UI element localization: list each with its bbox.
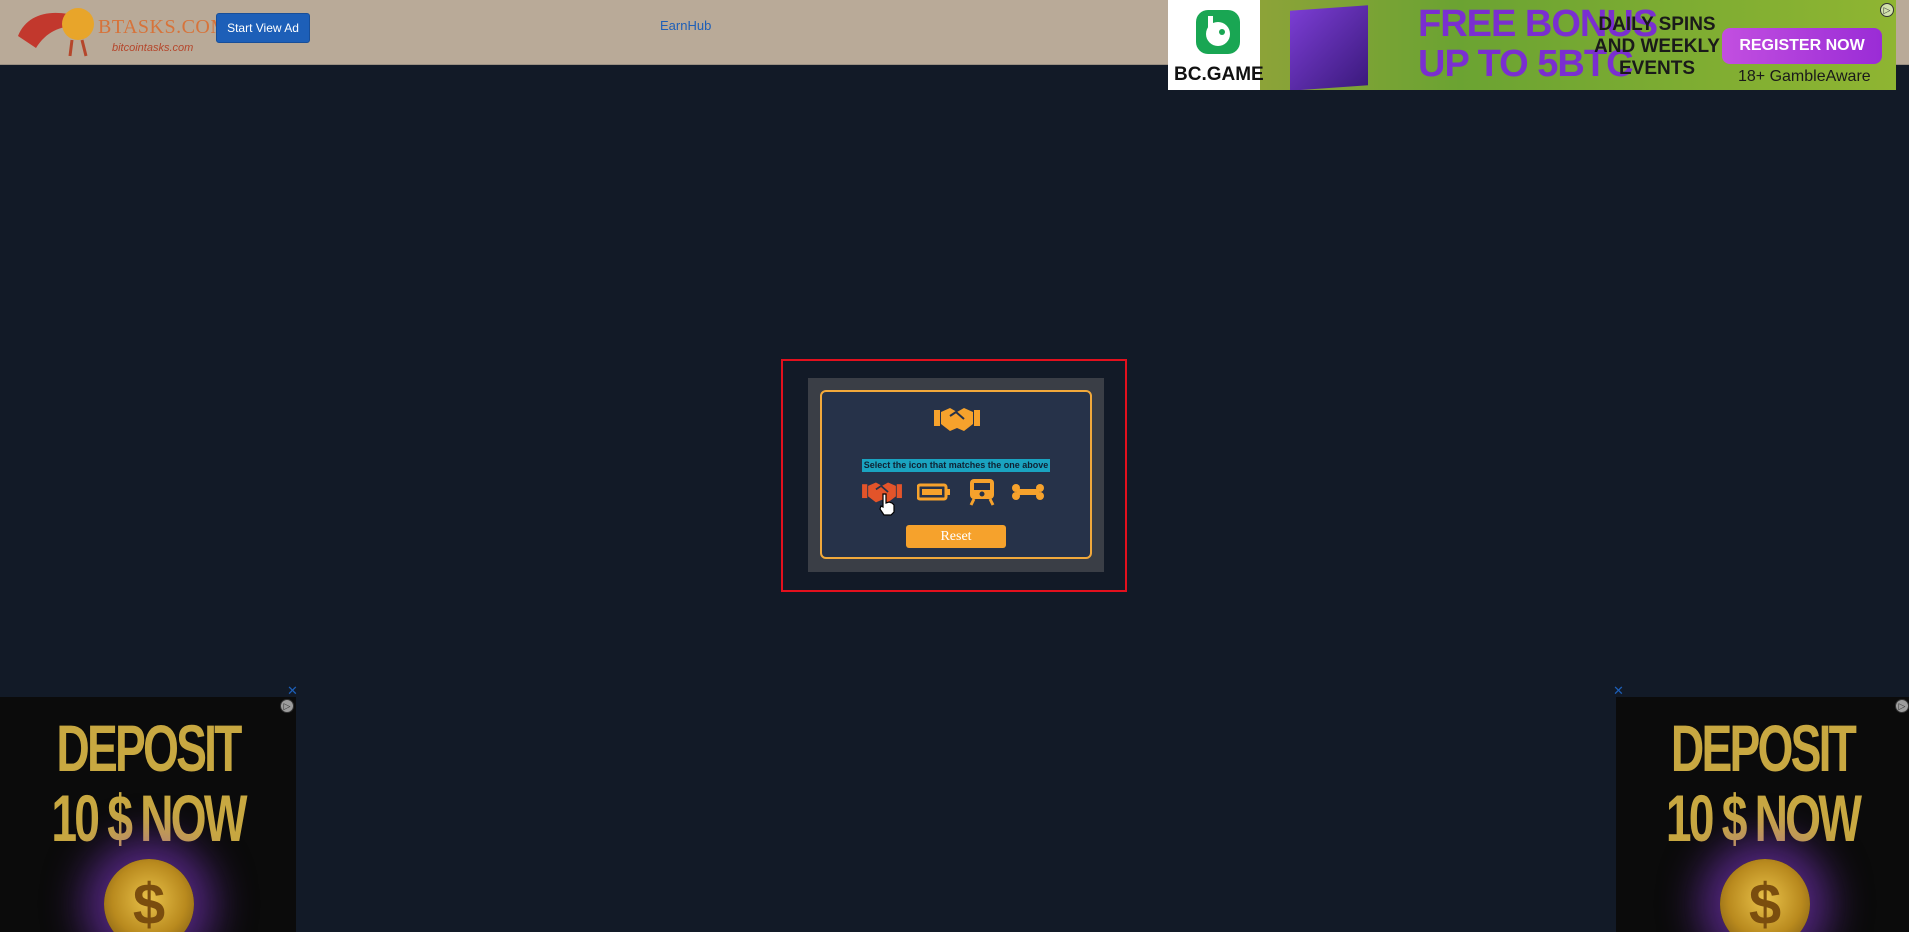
gamble-aware-disclaimer: 18+ GambleAware (1738, 68, 1871, 85)
gift-box-image (1290, 5, 1368, 90)
tagline-line2: AND WEEKLY (1594, 36, 1720, 57)
reset-button[interactable]: Reset (906, 525, 1006, 548)
tagline-line3: EVENTS (1618, 58, 1695, 79)
bc-game-mark-icon (1196, 10, 1240, 54)
right-ad-text: DEPOSIT 10 $ NOW (1660, 713, 1865, 853)
option-bone-icon[interactable] (1008, 478, 1048, 506)
banner-tagline: DAILY SPINS AND WEEKLY EVENTS (1594, 14, 1720, 80)
left-ad-coin-icon: $ (104, 859, 194, 932)
captcha-instruction: Select the icon that matches the one abo… (862, 459, 1050, 472)
right-side-ad[interactable]: DEPOSIT 10 $ NOW $ ▷ (1616, 697, 1909, 932)
left-ad-text: DEPOSIT 10 $ NOW (44, 713, 251, 853)
right-ad-choices-icon[interactable]: ▷ (1895, 699, 1909, 713)
tagline-line1: DAILY SPINS (1598, 14, 1716, 35)
ad-choices-icon[interactable]: ▷ (1880, 3, 1894, 17)
right-ad-line2: 10 $ NOW (1665, 781, 1862, 855)
bc-game-logo: BC.GAME (1168, 0, 1264, 90)
right-ad-coin-icon: $ (1720, 859, 1810, 932)
hand-pointer-cursor-icon (878, 492, 896, 516)
logo-text: BTASKS.COM (98, 16, 229, 38)
logo-subtext: bitcointasks.com (112, 42, 194, 54)
hero-cape-icon (18, 8, 94, 57)
target-handshake-icon (934, 404, 980, 434)
right-coin-symbol: $ (1748, 872, 1782, 932)
top-banner-ad[interactable]: BC.GAME FREE BONUS UP TO 5BTC DAILY SPIN… (1168, 0, 1896, 90)
left-coin-symbol: $ (132, 872, 166, 932)
left-side-ad[interactable]: DEPOSIT 10 $ NOW $ ▷ (0, 697, 296, 932)
right-ad-line1: DEPOSIT (1670, 711, 1857, 785)
bc-game-brand: BC.GAME (1174, 64, 1264, 85)
register-now-button[interactable]: REGISTER NOW (1722, 28, 1882, 64)
left-ad-choices-icon[interactable]: ▷ (280, 699, 294, 713)
left-ad-line1: DEPOSIT (56, 711, 242, 785)
option-battery-icon[interactable] (914, 478, 954, 506)
start-view-ad-button[interactable]: Start View Ad (216, 13, 310, 43)
site-logo[interactable]: BTASKS.COM bitcointasks.com (16, 6, 228, 58)
option-train-icon[interactable] (962, 478, 1002, 506)
left-ad-line2: 10 $ NOW (51, 781, 247, 855)
earnhub-link[interactable]: EarnHub (660, 18, 711, 33)
